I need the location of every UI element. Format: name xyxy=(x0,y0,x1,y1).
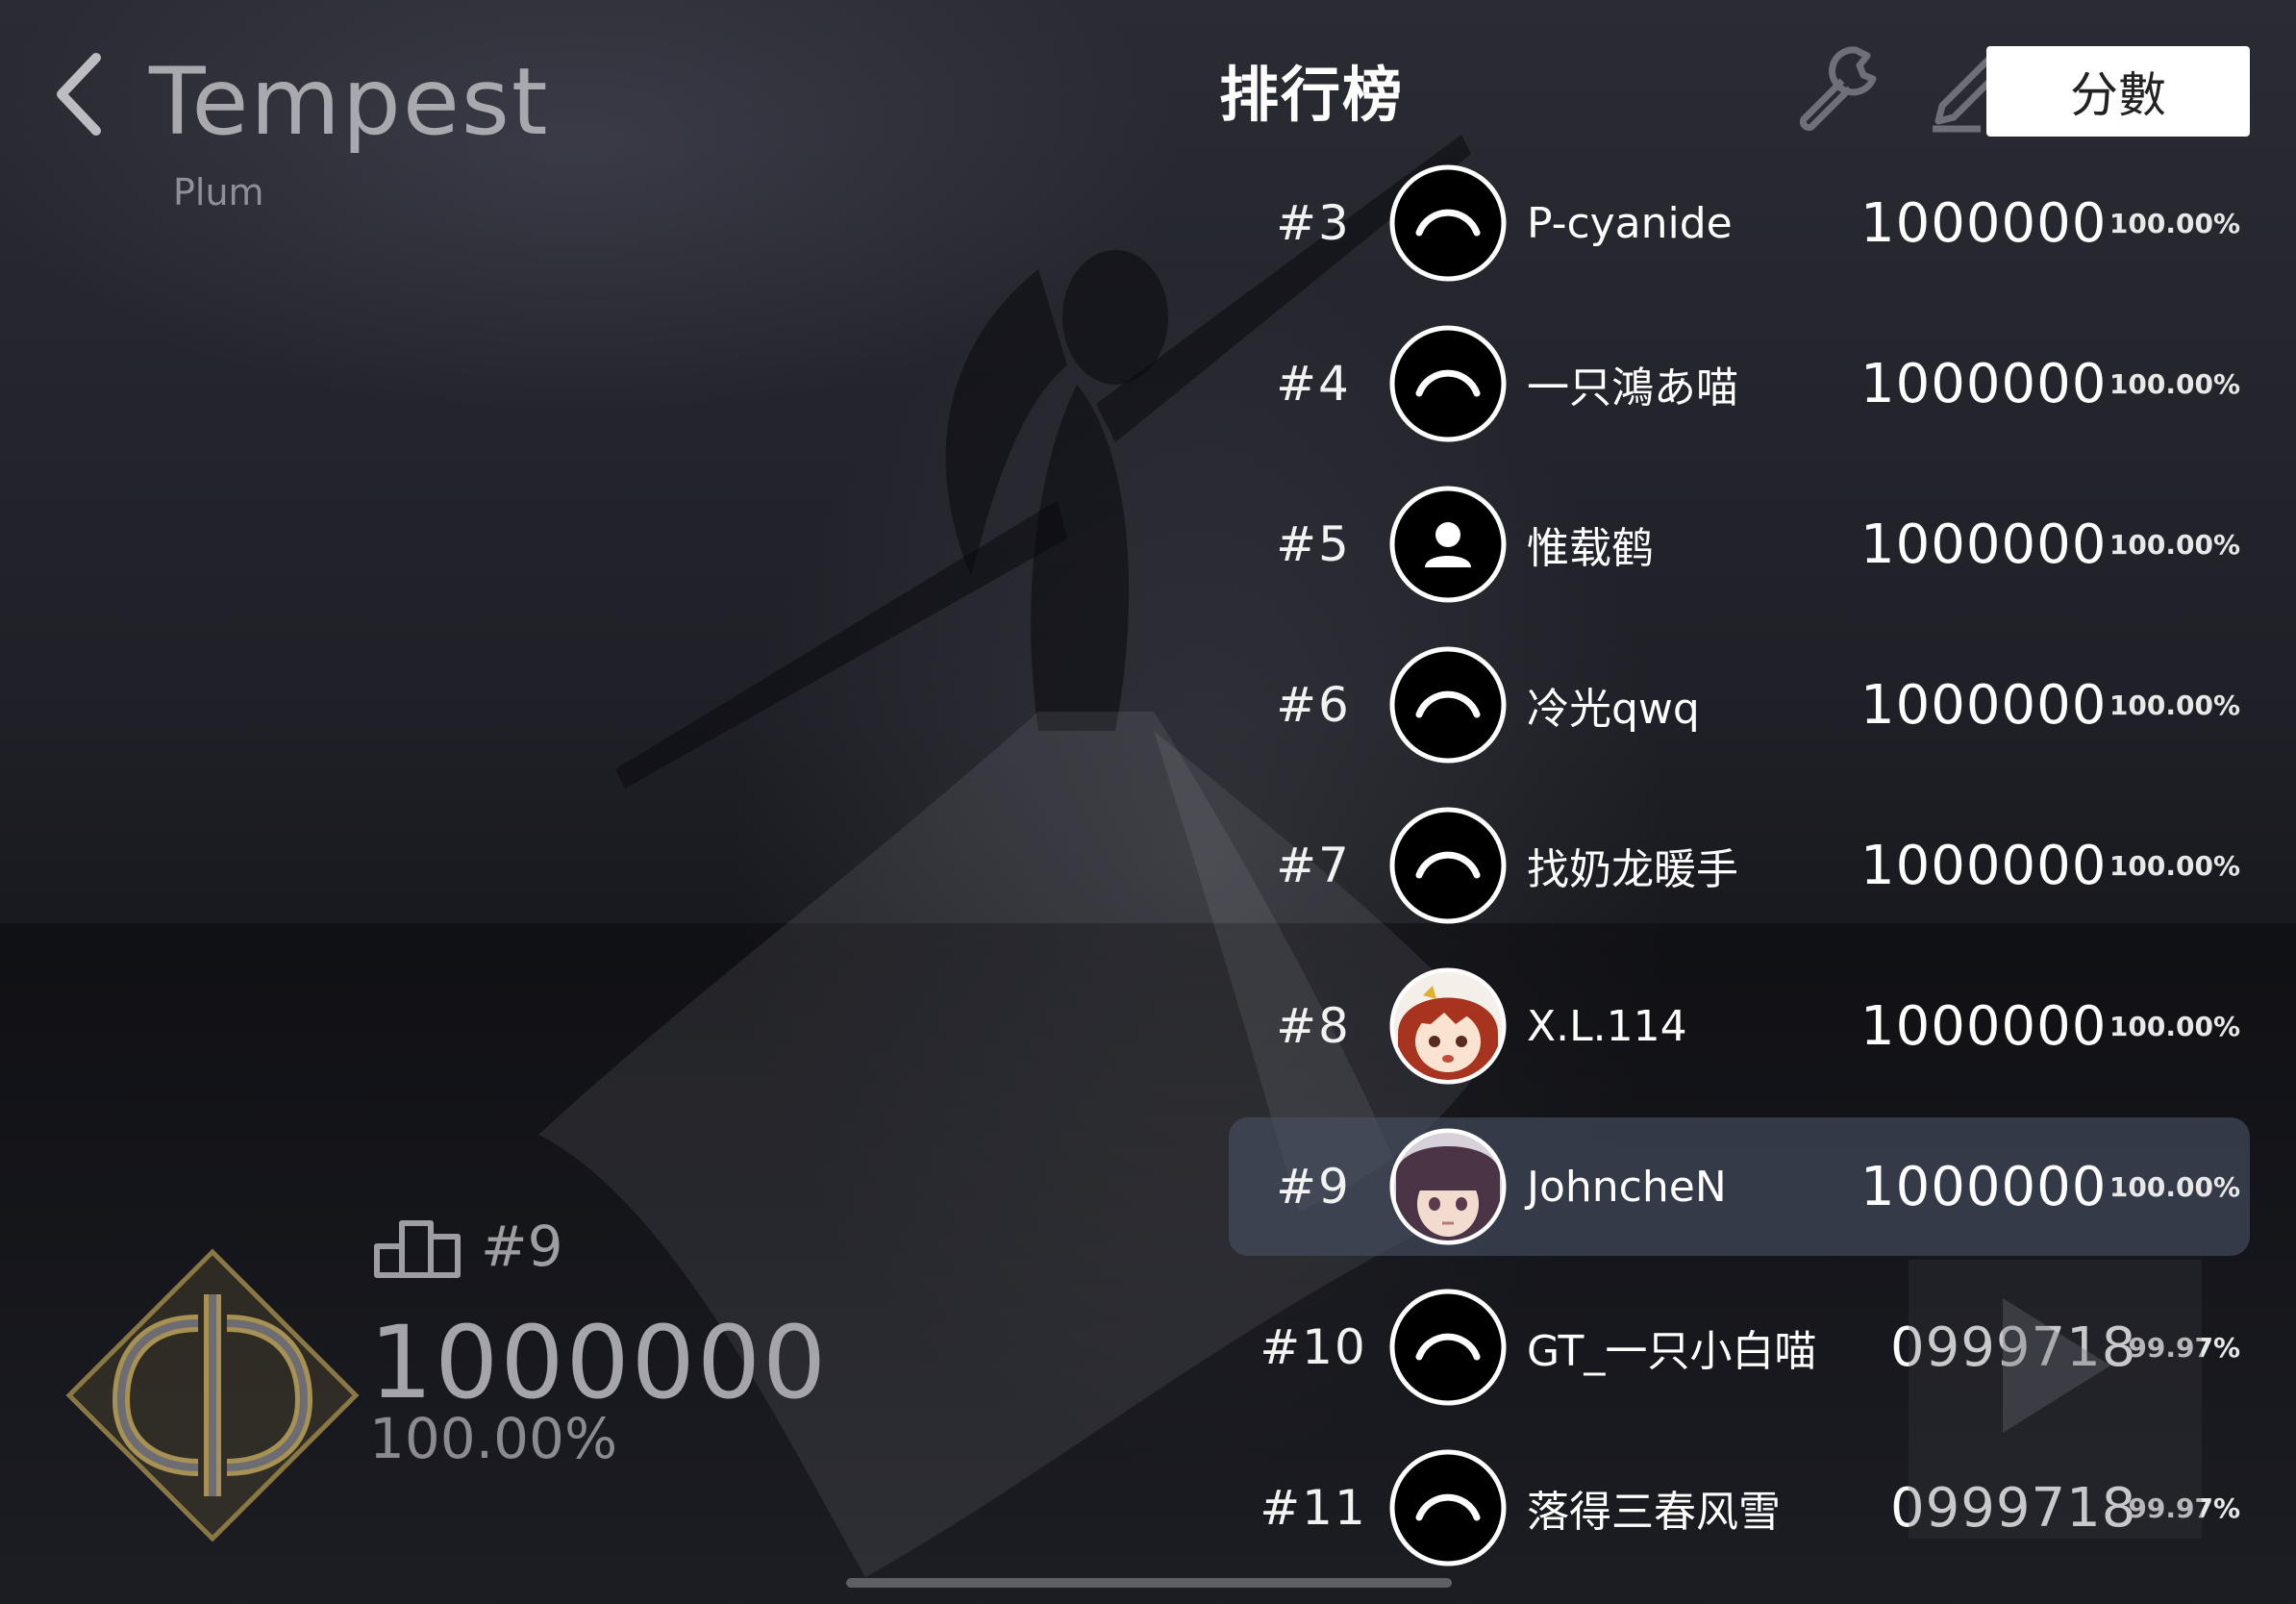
play-button[interactable] xyxy=(1909,1260,2202,1539)
player-name: GT_一只小白喵 xyxy=(1527,1327,1817,1376)
default-arc-icon xyxy=(1388,806,1508,925)
default-arc-icon xyxy=(1388,324,1508,443)
back-button[interactable] xyxy=(48,48,115,144)
leaderboard-title: 排行榜 xyxy=(1219,60,1405,130)
row-rank: #11 xyxy=(1260,1480,1367,1536)
play-icon xyxy=(2003,1298,2110,1433)
row-rank: #10 xyxy=(1260,1319,1367,1375)
player-accuracy: 100.00% xyxy=(2109,207,2240,239)
player-score: 1000000 xyxy=(1860,673,2108,737)
player-score: 1000000 xyxy=(1860,352,2108,415)
default-arc-icon xyxy=(1388,1448,1508,1567)
player-name: 落得三春风雪 xyxy=(1527,1488,1781,1537)
default-arc-icon xyxy=(1388,1288,1508,1407)
player-score: 1000000 xyxy=(1860,513,2108,576)
leaderboard-row[interactable]: #8 X.L.114 1000000 100.00% xyxy=(1229,957,2250,1095)
player-name: 冷光qwq xyxy=(1527,685,1700,734)
player-score: 1000000 xyxy=(1860,1155,2108,1218)
leaderboard-row[interactable]: #4 一只鴻あ喵 1000000 100.00% xyxy=(1229,314,2250,453)
player-accuracy: 100.00% xyxy=(2109,849,2240,882)
player-accuracy: 100.00% xyxy=(2109,1010,2240,1042)
leaderboard-row[interactable]: #5 惟载鹤 1000000 100.00% xyxy=(1229,475,2250,614)
player-name: JohncheN xyxy=(1527,1162,1727,1212)
leaderboard-row[interactable]: #6 冷光qwq 1000000 100.00% xyxy=(1229,636,2250,774)
player-score: 1000000 xyxy=(1860,994,2108,1058)
default-arc-icon xyxy=(1388,163,1508,283)
song-title: Tempest xyxy=(149,48,550,156)
player-name: 一只鴻あ喵 xyxy=(1527,363,1738,413)
row-rank: #3 xyxy=(1276,195,1351,251)
row-rank: #8 xyxy=(1276,998,1351,1054)
player-score: 1000000 xyxy=(1860,834,2108,897)
phi-grade-badge xyxy=(63,1246,362,1544)
player-name: 找奶龙暖手 xyxy=(1527,845,1738,894)
row-rank: #9 xyxy=(1276,1159,1351,1215)
player-accuracy: 100.00% xyxy=(2109,689,2240,721)
player-name: 惟载鹤 xyxy=(1527,524,1654,573)
anime-dark-hair-avatar xyxy=(1388,1127,1508,1246)
player-accuracy: 100.00% xyxy=(2109,528,2240,561)
anime-red-hair-avatar xyxy=(1388,966,1508,1086)
my-accuracy: 100.00% xyxy=(369,1406,618,1471)
home-indicator[interactable] xyxy=(846,1578,1452,1588)
leaderboard-row[interactable]: #3 P-cyanide 1000000 100.00% xyxy=(1229,154,2250,292)
player-accuracy: 100.00% xyxy=(2109,367,2240,400)
my-score: 1000000 xyxy=(369,1304,829,1421)
chevron-left-icon xyxy=(57,53,101,136)
row-rank: #5 xyxy=(1276,516,1351,572)
player-name: X.L.114 xyxy=(1527,1001,1687,1051)
row-rank: #4 xyxy=(1276,356,1351,412)
wrench-icon[interactable] xyxy=(1788,38,1884,135)
player-accuracy: 100.00% xyxy=(2109,1170,2240,1203)
leaderboard-row-self[interactable]: #9 JohncheN 1000000 100.00% xyxy=(1229,1117,2250,1256)
song-artist: Plum xyxy=(173,171,264,213)
player-score: 1000000 xyxy=(1860,191,2108,255)
leaderboard-row[interactable]: #7 找奶龙暖手 1000000 100.00% xyxy=(1229,796,2250,935)
user-silhouette-icon xyxy=(1388,485,1508,604)
row-rank: #7 xyxy=(1276,838,1351,893)
my-rank: #9 xyxy=(481,1214,563,1279)
score-sort-button[interactable]: 分數 xyxy=(1986,46,2250,137)
player-name: P-cyanide xyxy=(1527,198,1733,248)
row-rank: #6 xyxy=(1276,677,1351,733)
podium-icon xyxy=(371,1214,463,1281)
default-arc-icon xyxy=(1388,645,1508,764)
